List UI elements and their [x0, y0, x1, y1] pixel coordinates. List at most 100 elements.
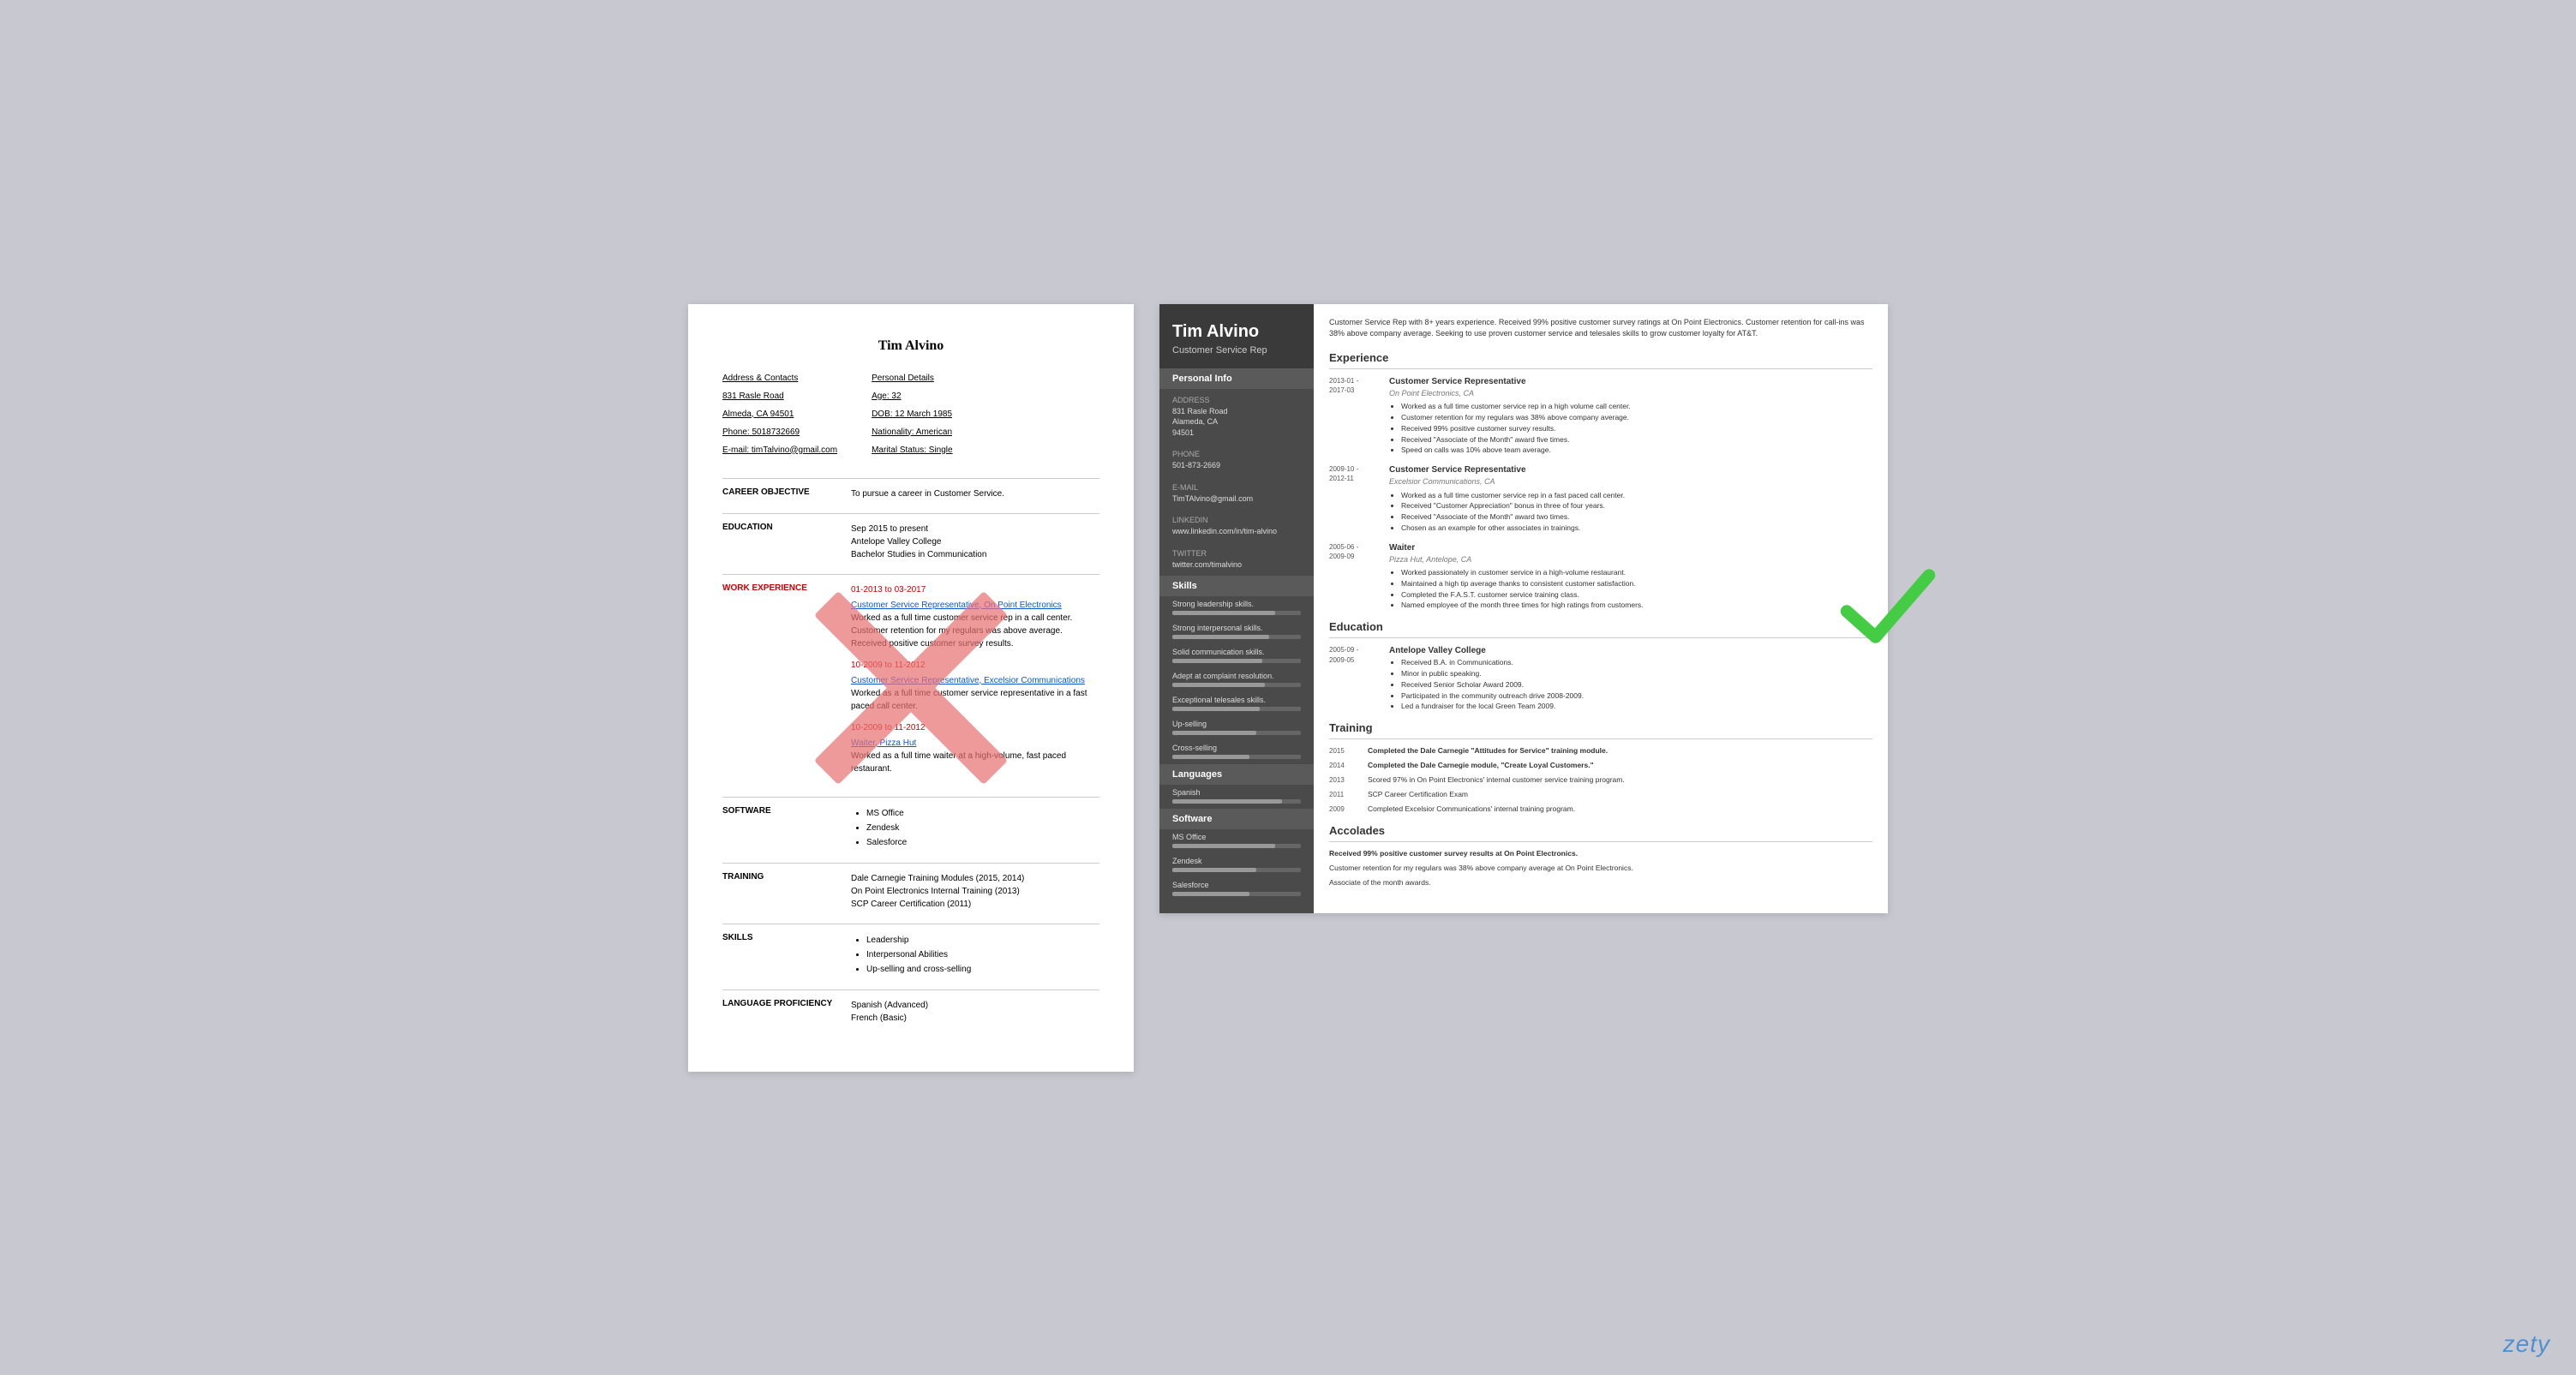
skill-communication: Solid communication skills. [1159, 644, 1314, 668]
bad-education-section: EDUCATION Sep 2015 to present Antelope V… [722, 523, 1099, 561]
good-phone-item: Phone 501-873-2669 [1159, 443, 1314, 476]
skill-bar-bg-4 [1172, 683, 1301, 687]
good-experience-title: Experience [1329, 350, 1872, 369]
good-training-year-2: 2014 [1329, 761, 1359, 771]
good-languages-header: Languages [1159, 764, 1314, 785]
bad-software-content: MS Office Zendesk Salesforce [851, 806, 1099, 850]
good-training-4: 2011 SCP Career Certification Exam [1329, 790, 1872, 800]
bad-edu-dates: Sep 2015 to present [851, 524, 928, 534]
bullet: Maintained a high tip average thanks to … [1401, 578, 1644, 589]
soft-label-2: Zendesk [1172, 857, 1301, 865]
good-exp-jobtitle-1: Customer Service Representative [1389, 376, 1631, 388]
lang-bar-fill-1 [1172, 799, 1282, 804]
bad-marital: Marital Status: Single [872, 443, 953, 457]
bad-software-label: SOFTWARE [722, 806, 834, 850]
skill-bar-bg-3 [1172, 659, 1301, 663]
good-address-zip: 94501 [1172, 428, 1194, 437]
skill-bar-bg-7 [1172, 755, 1301, 759]
good-edu-dates-1: 2005-09 -2009-05 [1329, 645, 1381, 712]
good-name: Tim Alvino [1172, 321, 1301, 342]
bad-edu-degree: Bachelor Studies in Communication [851, 550, 986, 559]
bad-training-2: On Point Electronics Internal Training (… [851, 885, 1099, 898]
bullet: Received 99% positive customer survey re… [1401, 423, 1631, 434]
bad-resume: Tim Alvino Address & Contacts 831 Rasle … [688, 304, 1134, 1072]
bad-address: 831 Rasle Road [722, 389, 837, 404]
soft-msoffice: MS Office [1159, 829, 1314, 853]
bad-language-content: Spanish (Advanced) French (Basic) [851, 999, 1099, 1025]
good-exp-jobtitle-2: Customer Service Representative [1389, 464, 1625, 476]
bad-training-label: TRAINING [722, 872, 834, 911]
good-name-area: Tim Alvino Customer Service Rep [1159, 304, 1314, 368]
bad-skills-section: SKILLS Leadership Interpersonal Abilitie… [722, 933, 1099, 977]
good-title: Customer Service Rep [1172, 345, 1301, 356]
good-twitter-value: twitter.com/timalvino [1172, 559, 1301, 571]
good-address-city: Alameda, CA [1172, 417, 1218, 426]
soft-label-1: MS Office [1172, 833, 1301, 841]
soft-bar-fill-2 [1172, 868, 1256, 872]
zety-watermark: zety [2503, 1330, 2550, 1358]
good-linkedin-label: LinkedIn [1172, 516, 1301, 524]
bad-career-label: CAREER OBJECTIVE [722, 487, 834, 500]
soft-bar-fill-3 [1172, 892, 1249, 896]
good-exp-company-1: On Point Electronics, CA [1389, 388, 1631, 399]
skill-bar-fill-3 [1172, 659, 1262, 663]
good-exp-bullets-2: Worked as a full time customer service r… [1389, 490, 1625, 534]
bad-work-label: WORK EXPERIENCE [722, 583, 834, 784]
good-training-1: 2015 Completed the Dale Carnegie "Attitu… [1329, 746, 1872, 756]
skill-bar-fill-5 [1172, 707, 1260, 711]
bad-dob: DOB: 12 March 1985 [872, 407, 953, 421]
good-accolade-3: Associate of the month awards. [1329, 878, 1872, 888]
bad-edu-school: Antelope Valley College [851, 537, 941, 547]
good-twitter-label: Twitter [1172, 549, 1301, 558]
skill-upselling: Up-selling [1159, 716, 1314, 740]
skill-crossselling: Cross-selling [1159, 740, 1314, 764]
good-training-desc-4: SCP Career Certification Exam [1368, 790, 1468, 800]
good-accolade-2: Customer retention for my regulars was 3… [1329, 864, 1872, 874]
bad-job-dates-2: 10-2009 to 11-2012 [851, 659, 1099, 672]
good-exp-content-2: Customer Service Representative Excelsio… [1389, 464, 1625, 534]
bad-training-3: SCP Career Certification (2011) [851, 898, 1099, 911]
bullet: Received "Associate of the Month" award … [1401, 434, 1631, 445]
good-address-label: Address [1172, 396, 1301, 404]
bad-personal-right: Personal Details Age: 32 DOB: 12 March 1… [872, 371, 953, 461]
good-exp-1: 2013-01 -2017-03 Customer Service Repres… [1329, 376, 1872, 456]
good-phone-label: Phone [1172, 450, 1301, 458]
soft-salesforce: Salesforce [1159, 877, 1314, 913]
bad-job-title-3: Waiter, Pizza Hut [851, 737, 1099, 750]
bad-job-link-2: Customer Service Representative, Excelsi… [851, 676, 1085, 685]
good-skills-header: Skills [1159, 576, 1314, 596]
bullet: Named employee of the month three times … [1401, 600, 1644, 611]
good-email-label: E-mail [1172, 483, 1301, 492]
bullet: Led a fundraiser for the local Green Tea… [1401, 701, 1584, 712]
bad-work-section: WORK EXPERIENCE 01-2013 to 03-2017 Custo… [722, 583, 1099, 784]
soft-bar-fill-1 [1172, 844, 1275, 848]
good-edu-bullets-1: Received B.A. in Communications. Minor i… [1389, 657, 1584, 712]
good-exp-3: 2005-06 -2009-09 Waiter Pizza Hut, Antel… [1329, 542, 1872, 612]
bad-top-info: Address & Contacts 831 Rasle Road Almeda… [722, 371, 1099, 461]
skill-bar-fill-2 [1172, 635, 1269, 639]
skill-label-2: Strong interpersonal skills. [1172, 624, 1301, 632]
good-twitter-item: Twitter twitter.com/timalvino [1159, 542, 1314, 576]
bad-training-content: Dale Carnegie Training Modules (2015, 20… [851, 872, 1099, 911]
bad-job-desc-3: Worked as a full time waiter at a high-v… [851, 750, 1099, 775]
bad-job-dates-1: 01-2013 to 03-2017 [851, 583, 1099, 596]
skill-bar-bg-1 [1172, 611, 1301, 615]
skill-interpersonal: Strong interpersonal skills. [1159, 620, 1314, 644]
bad-training-section: TRAINING Dale Carnegie Training Modules … [722, 872, 1099, 911]
bad-contact-header: Address & Contacts [722, 371, 837, 386]
bad-skill-1: Leadership [866, 933, 1099, 948]
skill-bar-fill-4 [1172, 683, 1265, 687]
good-training-year-5: 2009 [1329, 804, 1359, 815]
bad-job-title-2: Customer Service Representative, Excelsi… [851, 674, 1099, 687]
bad-job-dates-3: 10-2009 to 11-2012 [851, 721, 1099, 734]
good-email-item: E-mail TimTAlvino@gmail.com [1159, 476, 1314, 510]
bad-career-section: CAREER OBJECTIVE To pursue a career in C… [722, 487, 1099, 500]
good-training-desc-5: Completed Excelsior Communications' inte… [1368, 804, 1575, 815]
good-edu-1: 2005-09 -2009-05 Antelope Valley College… [1329, 645, 1872, 712]
good-exp-bullets-1: Worked as a full time customer service r… [1389, 401, 1631, 456]
bad-software-2: Zendesk [866, 821, 1099, 835]
good-linkedin-item: LinkedIn www.linkedin.com/in/tim-alvino [1159, 509, 1314, 542]
bullet: Worked as a full time customer service r… [1401, 490, 1625, 501]
good-exp-company-3: Pizza Hut, Antelope, CA [1389, 554, 1644, 565]
good-accolades-title: Accolades [1329, 823, 1872, 842]
